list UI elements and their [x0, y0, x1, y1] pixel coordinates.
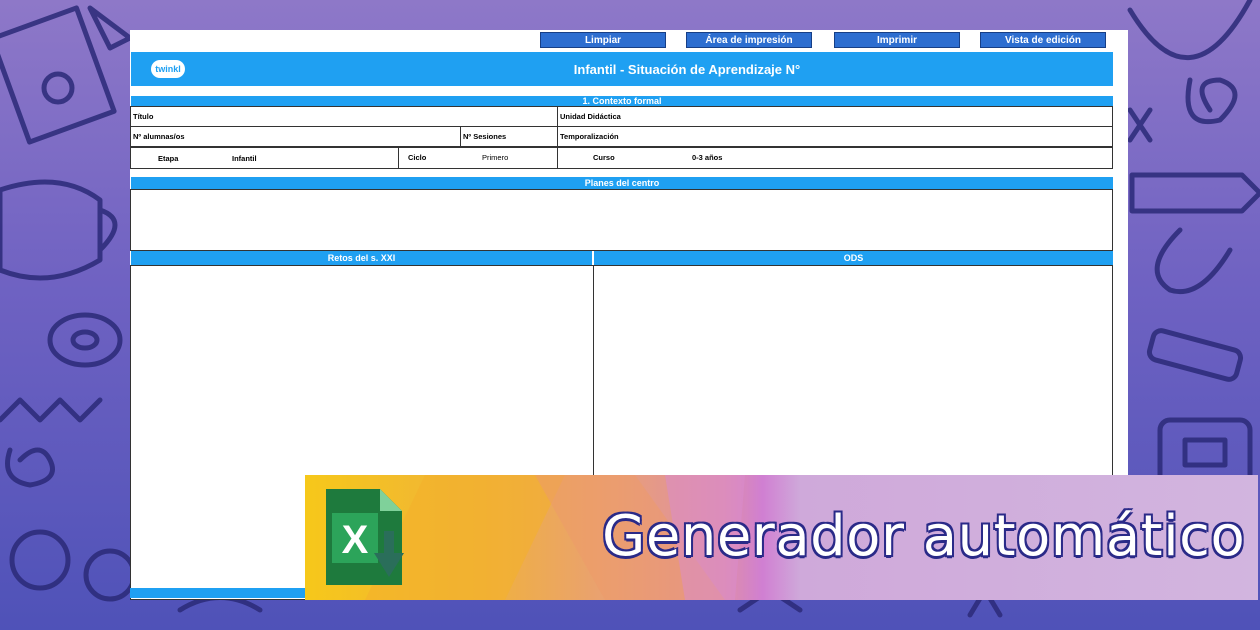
spiral-doodle-icon [5, 447, 55, 488]
area-impresion-button[interactable]: Área de impresión [686, 32, 812, 48]
imprimir-button[interactable]: Imprimir [834, 32, 960, 48]
alumnos-field[interactable]: Nº alumnas/os [130, 126, 461, 147]
sesiones-field[interactable]: Nº Sesiones [460, 126, 558, 147]
page-title: Infantil - Situación de Aprendizaje N° [573, 61, 801, 77]
sheet-header: twinkl Infantil - Situación de Aprendiza… [131, 52, 1113, 86]
titulo-field[interactable]: Título [130, 106, 558, 127]
titulo-label: Título [133, 112, 154, 121]
promo-banner: X Generador automático [305, 475, 1258, 600]
retos-header: Retos del s. XXI [131, 251, 592, 265]
spiral-right-doodle-icon [1185, 77, 1238, 124]
glasses-doodle-icon [9, 529, 71, 591]
mug-doodle-icon [0, 179, 103, 281]
contexto-formal-header: 1. Contexto formal [131, 96, 1113, 106]
unidad-didactica-label: Unidad Didáctica [560, 112, 621, 121]
excel-download-icon: X [326, 489, 404, 585]
pen-doodle-icon [1146, 328, 1244, 382]
curso-field[interactable] [557, 147, 1113, 169]
unidad-didactica-field[interactable]: Unidad Didáctica [557, 106, 1113, 127]
temporalizacion-field[interactable]: Temporalización [557, 126, 1113, 147]
rocket-doodle-icon [87, 5, 133, 51]
etapa-value: Infantil [232, 154, 257, 163]
limpiar-button[interactable]: Limpiar [540, 32, 666, 48]
badge-doodle-icon [41, 71, 75, 105]
curl-doodle-icon [1127, 0, 1253, 61]
alumnos-label: Nº alumnas/os [133, 132, 185, 141]
svg-text:X: X [342, 518, 369, 562]
sesiones-label: Nº Sesiones [463, 132, 507, 141]
planes-centro-header: Planes del centro [131, 177, 1113, 189]
curso-label: Curso [593, 153, 615, 162]
vista-edicion-button[interactable]: Vista de edición [980, 32, 1106, 48]
zigzag-doodle-icon [0, 397, 103, 423]
etapa-label: Etapa [158, 154, 179, 163]
planes-centro-field[interactable] [130, 189, 1113, 251]
ciclo-value: Primero [482, 153, 509, 162]
tape-doodle-icon [47, 312, 123, 368]
ciclo-label: Ciclo [408, 153, 427, 162]
temporalizacion-label: Temporalización [560, 132, 619, 141]
sheet-bottom-bar [130, 588, 306, 598]
banner-title: Generador automático [602, 503, 1246, 569]
star-doodle-icon [1127, 107, 1153, 143]
pencil-doodle-icon [1129, 172, 1260, 214]
ods-header: ODS [594, 251, 1113, 265]
curso-value: 0-3 años [692, 153, 723, 162]
swirl-doodle-icon [1154, 227, 1233, 295]
